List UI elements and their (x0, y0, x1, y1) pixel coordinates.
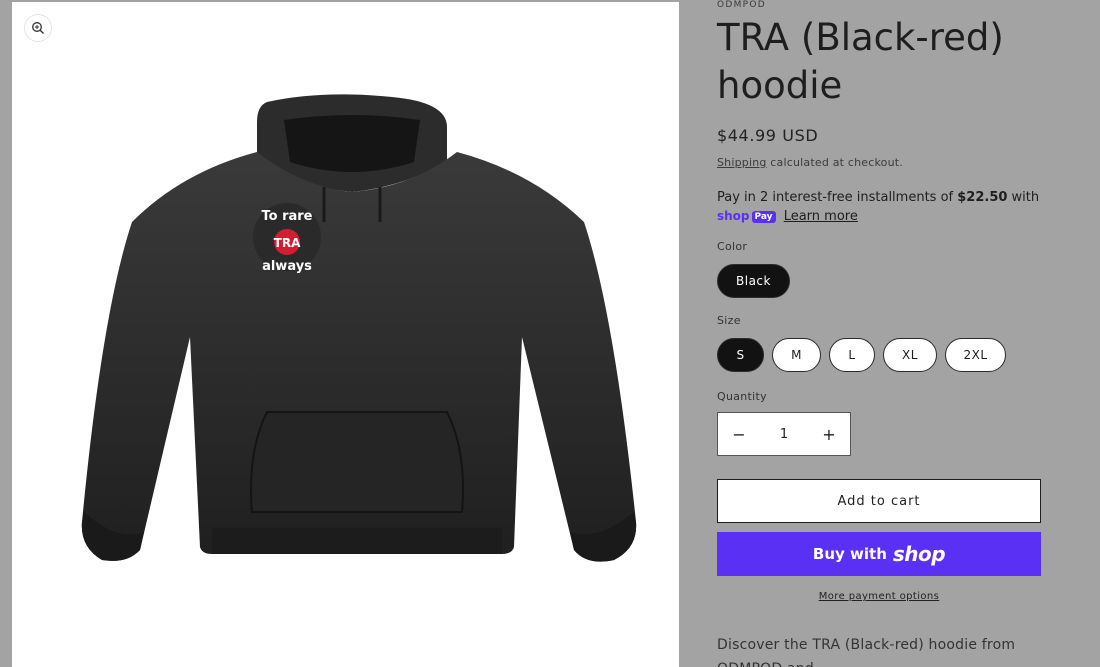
shop-pay-logo: shop Pay (717, 207, 776, 226)
quantity-decrease-button[interactable]: − (718, 413, 760, 455)
size-label: Size (717, 314, 741, 327)
size-option-xl[interactable]: XL (883, 338, 937, 372)
shop-logo: shop (892, 542, 946, 566)
quantity-stepper: − 1 + (717, 412, 851, 456)
zoom-in-icon (32, 22, 44, 34)
size-option-s[interactable]: S (717, 338, 764, 372)
quantity-increase-button[interactable]: + (808, 413, 850, 455)
zoom-button[interactable] (24, 14, 52, 42)
shipping-text: calculated at checkout. (766, 156, 903, 169)
print-logo: To rare TRA always (253, 203, 321, 274)
vendor-name: ODMPOD (717, 0, 767, 10)
logo-bottom-text: always (262, 259, 312, 274)
quantity-input[interactable]: 1 (760, 427, 808, 442)
buy-with-label: Buy with (812, 545, 887, 563)
product-media[interactable]: To rare TRA always (12, 2, 679, 667)
page-gutter (0, 0, 12, 667)
logo-top-text: To rare (261, 209, 312, 224)
color-label: Color (717, 240, 748, 253)
learn-more-link[interactable]: Learn more (784, 209, 858, 224)
installments-suffix: with (1007, 190, 1040, 205)
product-price: $44.99 USD (717, 126, 819, 145)
size-option-l[interactable]: L (829, 338, 875, 372)
shipping-note: Shipping calculated at checkout. (717, 156, 903, 169)
more-payment-options-link[interactable]: More payment options (717, 591, 1041, 602)
size-option-2xl[interactable]: 2XL (945, 338, 1006, 372)
installments-banner: Pay in 2 interest-free installments of $… (717, 188, 1047, 226)
size-option-m[interactable]: M (772, 338, 821, 372)
installments-prefix: Pay in 2 interest-free installments of (717, 190, 958, 205)
shipping-link[interactable]: Shipping (717, 156, 767, 169)
buy-with-shop-button[interactable]: Buy with shop (717, 532, 1041, 576)
color-option-black[interactable]: Black (717, 264, 790, 298)
color-options: Black (717, 264, 790, 298)
description-line-1: Discover the TRA (Black-red) hoodie from (717, 637, 1016, 653)
product-description: Discover the TRA (Black-red) hoodie from… (717, 633, 1100, 667)
quantity-label: Quantity (717, 390, 767, 403)
product-title: TRA (Black-red) hoodie (717, 16, 1004, 107)
shop-pay-logo-shop: shop (717, 209, 750, 223)
description-line-2: ODMPOD and ... (717, 657, 1100, 667)
product-image-hoodie: To rare TRA always (81, 94, 637, 562)
size-options: S M L XL 2XL (717, 338, 1006, 372)
logo-center-text: TRA (274, 236, 301, 250)
installments-amount: $22.50 (957, 190, 1008, 205)
shop-pay-logo-pay: Pay (751, 210, 776, 223)
add-to-cart-button[interactable]: Add to cart (717, 479, 1041, 523)
